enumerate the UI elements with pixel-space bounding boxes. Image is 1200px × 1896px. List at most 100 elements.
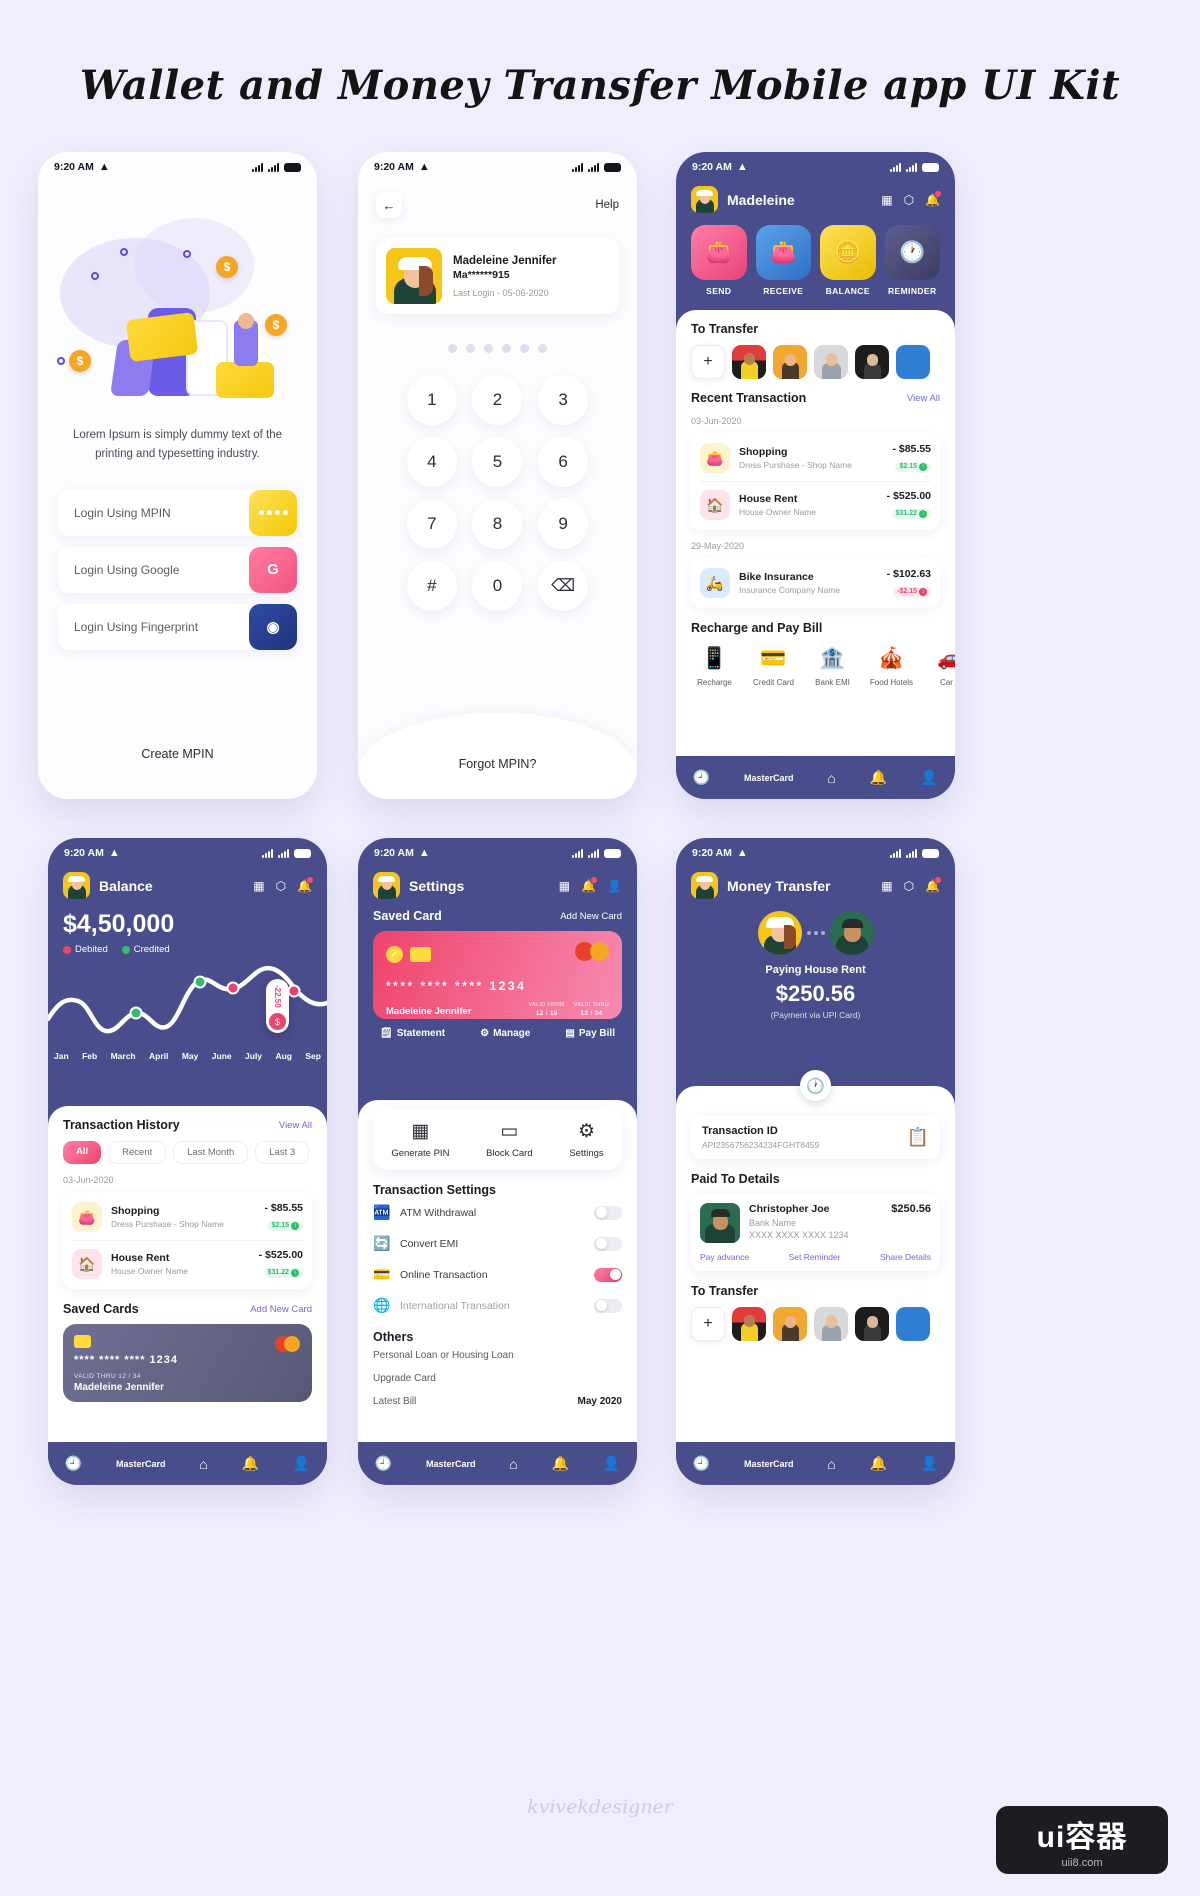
notification-icon[interactable]: 🔔 <box>297 875 314 893</box>
tab-home-icon[interactable]: ⌂ <box>199 1456 207 1472</box>
key-hash[interactable]: # <box>406 561 457 611</box>
contact-avatar[interactable] <box>773 345 807 379</box>
table-row[interactable]: 👛 Shopping Dress Purshase - Shop Name - … <box>72 1194 303 1240</box>
login-fingerprint-button[interactable]: Login Using Fingerprint ◉ <box>58 603 297 650</box>
tab-profile-icon[interactable]: 👤 <box>603 1455 620 1472</box>
online-toggle[interactable] <box>594 1267 622 1282</box>
table-row[interactable]: 🏠 House Rent House Owner Name - $525.00 … <box>700 481 931 528</box>
bill-bank-emi[interactable]: 🏦 Bank EMI <box>809 644 856 687</box>
key-3[interactable]: 3 <box>538 375 589 425</box>
tab-notifications-icon[interactable]: 🔔 <box>870 1455 887 1472</box>
table-row[interactable]: 🏠 House Rent House Owner Name - $525.00 … <box>72 1240 303 1287</box>
key-1[interactable]: 1 <box>406 375 457 425</box>
login-google-button[interactable]: Login Using Google G <box>58 546 297 593</box>
atm-toggle[interactable] <box>594 1205 622 1220</box>
notification-icon[interactable]: 🔔 <box>925 189 942 207</box>
tab-notifications-icon[interactable]: 🔔 <box>242 1455 259 1472</box>
tab-history-icon[interactable]: 🕘 <box>693 769 710 786</box>
tab-history-icon[interactable]: 🕘 <box>375 1455 392 1472</box>
key-9[interactable]: 9 <box>538 499 589 549</box>
add-contact-button[interactable]: + <box>691 1307 725 1341</box>
key-5[interactable]: 5 <box>472 437 523 487</box>
chip-all[interactable]: All <box>63 1141 102 1164</box>
table-row[interactable]: 👛 Shopping Dress Purshase - Shop Name - … <box>700 435 931 481</box>
toggle-row-international[interactable]: 🌐 International Transation <box>373 1290 622 1321</box>
chip-recent[interactable]: Recent <box>108 1141 167 1164</box>
create-mpin-link[interactable]: Create MPIN <box>38 747 317 761</box>
manage-button[interactable]: ⚙ Manage <box>480 1028 530 1039</box>
contact-avatar[interactable] <box>896 345 930 379</box>
forgot-mpin-link[interactable]: Forgot MPIN? <box>459 757 537 771</box>
bill-car[interactable]: 🚗 Car R <box>927 644 955 687</box>
tab-profile-icon[interactable]: 👤 <box>921 1455 938 1472</box>
tab-cards-icon[interactable]: MasterCard <box>116 1459 166 1469</box>
add-new-card-link[interactable]: Add New Card <box>250 1304 312 1315</box>
table-row[interactable]: 🛵 Bike Insurance Insurance Company Name … <box>700 560 931 606</box>
qr-scan-icon[interactable]: ▦ <box>881 879 892 893</box>
toggle-row-online[interactable]: 💳 Online Transaction <box>373 1259 622 1290</box>
avatar[interactable] <box>373 872 400 899</box>
generate-pin-button[interactable]: ▦ Generate PIN <box>391 1120 449 1159</box>
pin-keypad[interactable]: 1 2 3 4 5 6 7 8 9 # 0 ⌫ <box>358 353 637 611</box>
add-new-card-link[interactable]: Add New Card <box>560 911 622 922</box>
settings-icon[interactable]: ⬡ <box>276 879 286 893</box>
settings-icon[interactable]: ⬡ <box>904 193 914 207</box>
transfer-contacts[interactable]: + <box>691 345 940 379</box>
key-4[interactable]: 4 <box>406 437 457 487</box>
action-send[interactable]: 👛 SEND <box>691 225 747 296</box>
settings-button[interactable]: ⚙ Settings <box>569 1120 603 1159</box>
contact-avatar[interactable] <box>814 345 848 379</box>
block-card-button[interactable]: ▭ Block Card <box>486 1120 532 1159</box>
qr-scan-icon[interactable]: ▦ <box>881 193 892 207</box>
notification-icon[interactable]: 🔔 <box>925 875 942 893</box>
backspace-icon[interactable]: ⌫ <box>538 561 589 611</box>
tab-cards-icon[interactable]: MasterCard <box>426 1459 476 1469</box>
qr-scan-icon[interactable]: ▦ <box>253 879 264 893</box>
settings-icon[interactable]: ⬡ <box>904 879 914 893</box>
contact-avatar[interactable] <box>732 1307 766 1341</box>
bill-food-hotels[interactable]: 🎪 Food Hotels <box>868 644 915 687</box>
share-details-link[interactable]: Share Details <box>880 1252 931 1262</box>
pay-bill-button[interactable]: ▤ Pay Bill <box>565 1028 615 1039</box>
international-toggle[interactable] <box>594 1298 622 1313</box>
bill-credit-card[interactable]: 💳 Credit Card <box>750 644 797 687</box>
quick-actions[interactable]: ▦ Generate PIN ▭ Block Card ⚙ Settings <box>373 1109 622 1170</box>
contact-avatar[interactable] <box>732 345 766 379</box>
tab-notifications-icon[interactable]: 🔔 <box>870 769 887 786</box>
tab-history-icon[interactable]: 🕘 <box>693 1455 710 1472</box>
avatar[interactable] <box>691 186 718 213</box>
transfer-contacts[interactable]: + <box>691 1307 940 1341</box>
back-button[interactable]: ← <box>376 192 402 218</box>
tab-notifications-icon[interactable]: 🔔 <box>552 1455 569 1472</box>
set-reminder-link[interactable]: Set Reminder <box>789 1252 841 1262</box>
contact-avatar[interactable] <box>896 1307 930 1341</box>
tab-home-icon[interactable]: ⌂ <box>509 1456 517 1472</box>
help-link[interactable]: Help <box>595 199 619 211</box>
add-contact-button[interactable]: + <box>691 345 725 379</box>
profile-icon[interactable]: 👤 <box>607 879 622 893</box>
tab-profile-icon[interactable]: 👤 <box>921 769 938 786</box>
credit-card[interactable]: ✓ **** **** **** 1234 Madeleine Jennifer… <box>373 931 622 1019</box>
login-mpin-button[interactable]: Login Using MPIN <box>58 489 297 536</box>
bill-recharge[interactable]: 📱 Recharge <box>691 644 738 687</box>
card-actions[interactable]: 🗒 Statement ⚙ Manage ▤ Pay Bill <box>358 1019 637 1039</box>
other-row-loan[interactable]: Personal Loan or Housing Loan <box>373 1344 622 1367</box>
view-all-link[interactable]: View All <box>907 393 940 404</box>
qr-scan-icon[interactable]: ▦ <box>559 879 570 893</box>
tab-profile-icon[interactable]: 👤 <box>293 1455 310 1472</box>
key-8[interactable]: 8 <box>472 499 523 549</box>
contact-avatar[interactable] <box>855 1307 889 1341</box>
bottom-tab-bar[interactable]: 🕘 MasterCard ⌂ 🔔 👤 <box>676 1442 955 1485</box>
chip-last-3[interactable]: Last 3 <box>255 1141 310 1164</box>
avatar[interactable] <box>63 872 90 899</box>
pay-advance-link[interactable]: Pay advance <box>700 1252 749 1262</box>
action-balance[interactable]: 🪙 BALANCE <box>820 225 876 296</box>
action-reminder[interactable]: 🕐 REMINDER <box>884 225 940 296</box>
notification-icon[interactable]: 🔔 <box>581 875 599 893</box>
copy-icon[interactable]: 📋 <box>907 1127 929 1148</box>
tab-history-icon[interactable]: 🕘 <box>65 1455 82 1472</box>
emi-toggle[interactable] <box>594 1236 622 1251</box>
bottom-tab-bar[interactable]: 🕘 MasterCard ⌂ 🔔 👤 <box>358 1442 637 1485</box>
view-all-link[interactable]: View All <box>279 1120 312 1131</box>
contact-avatar[interactable] <box>814 1307 848 1341</box>
